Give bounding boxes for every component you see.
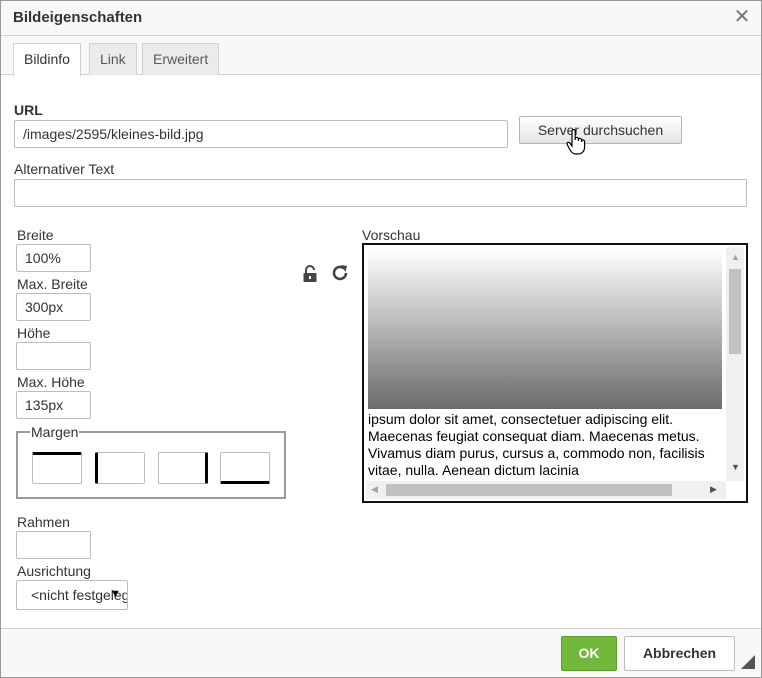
scroll-up-icon[interactable]: ▲: [731, 252, 740, 262]
ok-button[interactable]: OK: [561, 636, 617, 671]
alignment-label: Ausrichtung: [17, 563, 91, 579]
margins-legend: Margen: [30, 424, 80, 440]
url-label: URL: [14, 102, 43, 118]
browse-server-button[interactable]: Server durchsuchen: [519, 116, 682, 144]
scroll-left-icon[interactable]: ◀: [371, 484, 378, 495]
preview-horizontal-scrollbar[interactable]: ◀ ▶: [366, 481, 726, 499]
border-input[interactable]: [16, 531, 91, 559]
reset-size-icon[interactable]: [331, 264, 349, 282]
close-icon[interactable]: ✕: [733, 7, 751, 27]
alt-text-label: Alternativer Text: [14, 161, 115, 177]
preview-image: [368, 249, 722, 409]
tab-bar: Bildinfo Link Erweitert: [1, 36, 761, 76]
dropdown-arrow-icon: ▼: [110, 588, 121, 600]
dialog-titlebar[interactable]: Bildeigenschaften ✕: [1, 1, 761, 36]
margin-left-input[interactable]: [95, 452, 145, 484]
border-label: Rahmen: [17, 514, 70, 530]
width-label: Breite: [17, 227, 54, 243]
preview-text: ipsum dolor sit amet, consectetuer adipi…: [368, 411, 705, 478]
resize-handle-icon[interactable]: [741, 655, 755, 669]
preview-pane: ipsum dolor sit amet, consectetuer adipi…: [362, 243, 748, 503]
width-input[interactable]: [16, 244, 91, 272]
preview-label: Vorschau: [362, 227, 421, 243]
horizontal-scroll-thumb[interactable]: [386, 484, 672, 496]
hand-pointer-icon: [566, 129, 586, 155]
vertical-scroll-thumb[interactable]: [729, 269, 741, 354]
height-input[interactable]: [16, 342, 91, 370]
tab-bildinfo[interactable]: Bildinfo: [13, 43, 81, 76]
url-input[interactable]: [14, 120, 508, 148]
scroll-down-icon[interactable]: ▼: [731, 462, 740, 472]
scroll-right-icon[interactable]: ▶: [710, 484, 717, 495]
height-label: Höhe: [17, 325, 51, 341]
cancel-button[interactable]: Abbrechen: [624, 636, 735, 671]
tab-erweitert[interactable]: Erweitert: [142, 43, 220, 75]
tab-link[interactable]: Link: [89, 43, 137, 75]
preview-vertical-scrollbar[interactable]: ▲ ▼: [726, 247, 744, 481]
margin-right-input[interactable]: [158, 452, 208, 484]
lock-ratio-icon[interactable]: [302, 265, 318, 283]
image-properties-dialog: Bildeigenschaften ✕ Bildinfo Link Erweit…: [0, 0, 762, 678]
max-width-input[interactable]: [16, 293, 91, 321]
max-height-input[interactable]: [16, 391, 91, 419]
margin-bottom-input[interactable]: [220, 452, 270, 484]
dialog-title: Bildeigenschaften: [13, 9, 143, 26]
max-width-label: Max. Breite: [17, 276, 88, 292]
max-height-label: Max. Höhe: [17, 374, 85, 390]
alt-text-input[interactable]: [14, 179, 747, 207]
margin-top-input[interactable]: [32, 452, 82, 484]
